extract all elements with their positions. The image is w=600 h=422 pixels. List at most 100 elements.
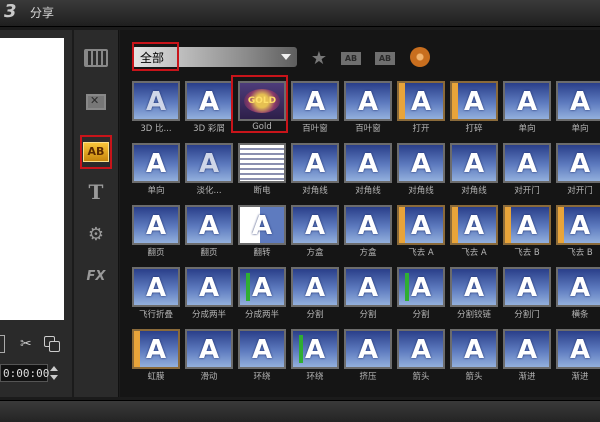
effect-label: 分成两半: [244, 310, 279, 320]
letter-a-icon: A: [464, 149, 485, 179]
effect-thumbnail[interactable]: A: [238, 205, 286, 245]
effect-label: 断电: [253, 186, 271, 196]
effect-label: 分成两半: [191, 310, 226, 320]
effect-thumbnail[interactable]: A: [503, 329, 551, 369]
effect-thumbnail[interactable]: A: [556, 205, 600, 245]
effect-thumbnail[interactable]: A: [132, 81, 180, 121]
effect-thumbnail[interactable]: A: [503, 81, 551, 121]
add-favorite-star-icon[interactable]: ★: [308, 48, 330, 69]
film-reel-icon[interactable]: [410, 47, 430, 67]
effect-label: 渐进: [518, 372, 536, 382]
effect-thumbnail[interactable]: A: [397, 81, 445, 121]
letter-a-icon: A: [411, 335, 432, 365]
effect-thumbnail[interactable]: A: [344, 143, 392, 183]
effect-label: 虹膜: [147, 372, 165, 382]
letter-a-icon: A: [570, 273, 591, 303]
effect-thumbnail[interactable]: A: [450, 329, 498, 369]
category-graphic[interactable]: ⚙: [82, 220, 110, 248]
effect-thumbnail[interactable]: A: [556, 143, 600, 183]
effect-label: 环绕: [253, 372, 271, 382]
effect-thumbnail[interactable]: A: [291, 205, 339, 245]
apply-to-all-icon[interactable]: AB: [340, 49, 362, 67]
step-number[interactable]: 3: [4, 1, 17, 22]
letter-a-icon: A: [199, 211, 220, 241]
timecode-field[interactable]: 0:00:00: [0, 364, 49, 382]
effect-thumbnail[interactable]: A: [238, 267, 286, 307]
timecode-spinner[interactable]: [50, 364, 60, 382]
letter-a-icon: A: [146, 87, 167, 117]
letter-a-icon: A: [464, 87, 485, 117]
effect-thumbnail[interactable]: A: [450, 143, 498, 183]
effect-label: 环绕: [306, 372, 324, 382]
effect-thumbnail[interactable]: A: [132, 205, 180, 245]
spin-up-icon[interactable]: [50, 366, 58, 371]
category-media[interactable]: [82, 44, 110, 72]
effect-thumbnail[interactable]: A: [556, 81, 600, 121]
scissors-icon[interactable]: ✂: [20, 336, 36, 352]
spin-down-icon[interactable]: [50, 375, 58, 380]
effect-label: 单向: [571, 124, 589, 134]
effect-thumbnail[interactable]: A: [132, 143, 180, 183]
letter-a-icon: A: [411, 273, 432, 303]
effect-thumbnail[interactable]: A: [291, 81, 339, 121]
letter-a-icon: A: [146, 273, 167, 303]
letter-a-icon: A: [252, 211, 273, 241]
chevron-down-icon: [281, 54, 291, 60]
selected-effect-highlight: [231, 75, 288, 133]
effect-thumbnail[interactable]: A: [397, 143, 445, 183]
effect-thumbnail[interactable]: A: [291, 267, 339, 307]
effect-thumbnail[interactable]: A: [344, 81, 392, 121]
copy-icon[interactable]: [44, 336, 60, 352]
effect-thumbnail[interactable]: A: [238, 329, 286, 369]
effect-label: 3D 彩屑: [193, 124, 225, 134]
effect-label: 挤压: [359, 372, 377, 382]
effect-thumbnail[interactable]: A: [556, 329, 600, 369]
effect-thumbnail[interactable]: A: [450, 205, 498, 245]
letter-a-icon: A: [411, 149, 432, 179]
share-step-tab[interactable]: 分享: [30, 4, 54, 21]
effect-thumbnail[interactable]: A: [291, 143, 339, 183]
letter-a-icon: A: [199, 273, 220, 303]
step-bar: 3 分享: [0, 0, 600, 27]
category-title-ab[interactable]: AB: [80, 135, 112, 169]
effect-thumbnail[interactable]: A: [556, 267, 600, 307]
effect-label: 单向: [147, 186, 165, 196]
effect-thumbnail[interactable]: A: [185, 205, 233, 245]
effect-label: 3D 比...: [140, 124, 172, 134]
effect-thumbnail[interactable]: A: [344, 329, 392, 369]
effect-thumbnail[interactable]: [238, 143, 286, 183]
effect-thumbnail[interactable]: A: [503, 267, 551, 307]
letter-a-icon: A: [464, 335, 485, 365]
trim-marker-icon[interactable]: [0, 335, 5, 353]
effect-thumbnail[interactable]: A: [503, 205, 551, 245]
letter-a-icon: A: [411, 211, 432, 241]
effect-thumbnail[interactable]: A: [344, 267, 392, 307]
category-filter[interactable]: FX: [82, 262, 110, 290]
library-panel: 全部 ★ AB AB A 3D 比... A 3D 彩屑 GOLD Gold A 百叶窗 A 百叶…: [120, 30, 600, 397]
effect-thumbnail[interactable]: A: [503, 143, 551, 183]
video-editor-window: 3 分享 ✂ 0:00:00 AB T ⚙ FX 全部 ★ AB AB A3D …: [0, 0, 600, 422]
effect-label: 百叶窗: [302, 124, 328, 134]
category-transition[interactable]: [82, 88, 110, 116]
effect-thumbnail[interactable]: A: [450, 267, 498, 307]
effect-thumbnail[interactable]: A: [344, 205, 392, 245]
effect-thumbnail[interactable]: A: [185, 143, 233, 183]
effect-label: 翻页: [147, 248, 165, 258]
effect-label: 方盒: [306, 248, 324, 258]
apply-to-video-icon[interactable]: AB: [374, 49, 396, 67]
effect-thumbnail[interactable]: A: [185, 81, 233, 121]
effect-thumbnail[interactable]: A: [185, 267, 233, 307]
effect-thumbnail[interactable]: A: [397, 267, 445, 307]
letter-a-icon: A: [146, 335, 167, 365]
effect-thumbnail[interactable]: A: [291, 329, 339, 369]
effect-thumbnail[interactable]: A: [397, 329, 445, 369]
letter-a-icon: A: [411, 87, 432, 117]
category-title[interactable]: T: [82, 178, 110, 206]
effect-thumbnail[interactable]: A: [397, 205, 445, 245]
effect-thumbnail[interactable]: A: [185, 329, 233, 369]
effect-thumbnail[interactable]: A: [132, 267, 180, 307]
transition-edge-mark: [505, 207, 511, 243]
effect-thumbnail[interactable]: A: [450, 81, 498, 121]
letter-a-icon: A: [570, 211, 591, 241]
effect-thumbnail[interactable]: A: [132, 329, 180, 369]
